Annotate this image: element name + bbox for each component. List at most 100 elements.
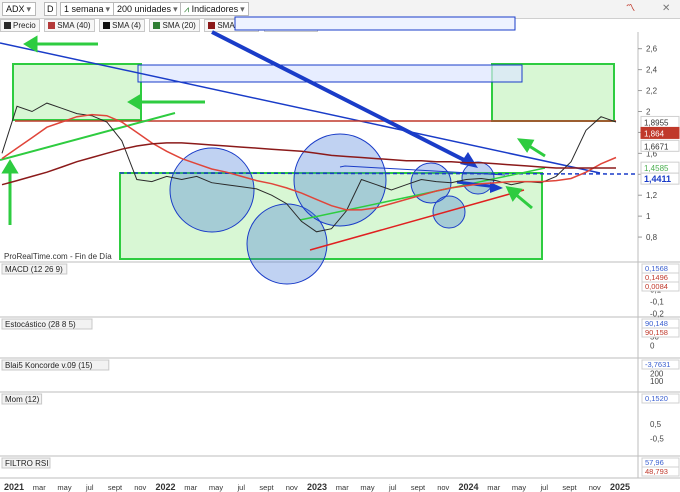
- panel-value-label: 0,1520: [645, 394, 668, 403]
- time-axis-label: jul: [388, 483, 397, 492]
- legend-item[interactable]: SMA (20): [149, 19, 200, 32]
- price-label: 1,8955: [644, 118, 669, 127]
- blue-circle: [169, 147, 255, 233]
- price-tick-label: 1,6: [646, 149, 658, 158]
- panel-value-label: 57,96: [645, 458, 664, 467]
- period-letter: D: [47, 4, 54, 14]
- panel-title: Mom (12): [5, 395, 40, 404]
- green-zone-box: [119, 172, 543, 260]
- panel-value-box: [641, 263, 680, 274]
- panel-value-label: -3,7631: [645, 360, 670, 369]
- panel-title: FILTRO RSI: [5, 459, 48, 468]
- panel-tick-label: 200: [650, 370, 664, 379]
- panel-value-box: [641, 327, 680, 338]
- time-axis-label: jul: [85, 483, 94, 492]
- legend-swatch: [48, 22, 56, 30]
- price-label-box: [640, 139, 680, 152]
- blue-arrow-head: [460, 152, 478, 168]
- panel-value-box: [641, 466, 680, 477]
- price-tick-label: 2,2: [646, 87, 658, 96]
- panel-title-box: [1, 359, 110, 371]
- legend-swatch: [103, 22, 111, 30]
- panel-value-label: 90,148: [645, 319, 668, 328]
- indicators-label: Indicadores: [191, 4, 239, 14]
- blue-arrow-head: [490, 182, 503, 193]
- blue-zone-box: [137, 64, 523, 83]
- legend-item[interactable]: SMA (200): [204, 19, 260, 32]
- time-axis: 2021 mar may jul sept nov 2022 mar may jul sept nov…: [4, 482, 630, 492]
- trend-icon[interactable]: 〽: [626, 2, 635, 15]
- time-axis-label: sept: [411, 483, 426, 492]
- panel-tick-label: 0,5: [650, 420, 662, 429]
- legend-swatch: [208, 22, 216, 30]
- price-tick-label: 0,8: [646, 233, 658, 242]
- panel-tick-label: 0,1: [650, 285, 662, 294]
- time-axis-label: may: [512, 483, 526, 492]
- time-axis-label: 2021: [4, 482, 24, 492]
- green-arrow: [513, 191, 533, 210]
- price-tick-label: 1,8: [646, 128, 658, 137]
- panel-value-label: 0,1568: [645, 264, 668, 273]
- panel-value-box: [641, 318, 680, 329]
- green-support-line: [299, 167, 546, 221]
- close-icon[interactable]: ✕: [662, 2, 670, 15]
- legend-item[interactable]: Precio: [0, 19, 40, 32]
- blue-circle: [461, 161, 495, 195]
- panel-title-box: [1, 457, 51, 469]
- price-label: 1,6671: [644, 142, 669, 151]
- legend-label: SMA (4): [112, 21, 141, 30]
- indicators-button[interactable]: ⩘ Indicadores ▾: [180, 2, 249, 16]
- price-chart[interactable]: 2,6 2,4 2,2 2 1,8 1,6 1,4 1,2 1 0,8 1,8955 1,864 1,6…: [0, 0, 680, 492]
- timeframe-select[interactable]: 1 semana ▾: [60, 2, 115, 16]
- price-label-box: [640, 126, 680, 139]
- blue-circle: [432, 195, 466, 229]
- period-button[interactable]: D: [44, 2, 57, 16]
- time-axis-label: sept: [562, 483, 577, 492]
- legend-label: Precio: [13, 21, 36, 30]
- legend-item[interactable]: SMA (120): [263, 19, 319, 32]
- series-line: [1, 113, 617, 211]
- time-axis-label: nov: [437, 483, 449, 492]
- indicator-legend: Precio SMA (40) SMA (4) SMA (20) SMA (20…: [0, 19, 320, 32]
- time-axis-label: nov: [286, 483, 298, 492]
- price-label-box: [640, 172, 680, 185]
- legend-swatch: [267, 22, 275, 30]
- annotations: [0, 16, 639, 285]
- timeframe-text: 1 semana: [64, 4, 104, 14]
- price-tick-label: 1,4: [646, 170, 658, 179]
- units-select[interactable]: 200 unidades ▾: [113, 2, 182, 16]
- ticker-field[interactable]: ADX ▾: [2, 2, 36, 16]
- panel-title: Estocástico (28 8 5): [5, 320, 76, 329]
- blue-arrow: [456, 180, 498, 189]
- price-tick-label: 1: [646, 212, 651, 221]
- legend-label: SMA (20): [162, 21, 196, 30]
- blue-channel-line: [339, 165, 506, 176]
- panel-title: Blai5 Koncorde v.09 (15): [5, 361, 93, 370]
- green-arrow-head: [1, 159, 19, 174]
- legend-item[interactable]: SMA (40): [44, 19, 95, 32]
- panel-title: MACD (12 26 9): [5, 265, 63, 274]
- chevron-down-icon: ▾: [105, 4, 111, 14]
- blue-circle: [293, 133, 387, 227]
- time-axis-label: nov: [134, 483, 146, 492]
- blue-arrow: [211, 30, 471, 165]
- panel-tick-label: -0,2: [650, 309, 664, 318]
- time-axis-label: may: [57, 483, 71, 492]
- time-axis-label: 2025: [610, 482, 630, 492]
- legend-swatch: [153, 22, 161, 30]
- panel-value-box: [641, 359, 680, 370]
- time-axis-label: 2024: [458, 482, 478, 492]
- panel-frames: [0, 32, 680, 479]
- units-text: 200 unidades: [117, 4, 172, 14]
- toolbar: ADX ▾ D 1 semana ▾ 200 unidades ▾ ⩘ Indicad…: [0, 0, 680, 19]
- legend-swatch: [4, 22, 11, 30]
- blue-circle: [246, 203, 328, 285]
- panel-tick-label: 50: [650, 333, 659, 342]
- legend-item[interactable]: SMA (4): [99, 19, 145, 32]
- panel-value-box: [641, 457, 680, 468]
- panel-tick-label: -0,5: [650, 434, 664, 443]
- time-axis-label: may: [209, 483, 223, 492]
- price-tick-label: 1,2: [646, 191, 658, 200]
- time-axis-label: may: [360, 483, 374, 492]
- panel-title-box: [1, 393, 43, 405]
